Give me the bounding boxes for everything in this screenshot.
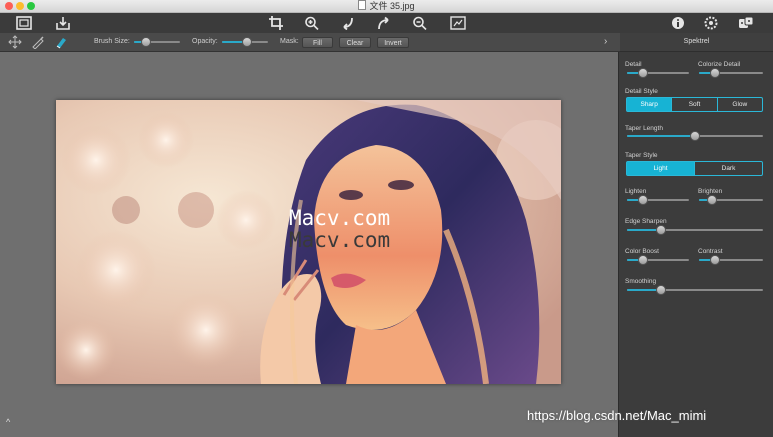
window-title: 文件 35.jpg [369, 1, 415, 11]
brush-toolbar: Brush Size: Opacity: Mask: Fill Clear In… [0, 33, 620, 52]
info-icon[interactable] [669, 15, 687, 31]
taper-style-label: Taper Style [625, 152, 658, 159]
undo-icon[interactable] [339, 15, 357, 31]
contrast-label: Contrast [698, 248, 723, 255]
eraser-tool-icon[interactable] [54, 35, 68, 49]
colorize-detail-slider[interactable] [699, 68, 763, 78]
window-titlebar: 文件 35.jpg [0, 0, 773, 13]
presets-icon[interactable] [737, 15, 755, 31]
main-toolbar [0, 13, 773, 33]
taper-style-segmented: Light Dark [626, 161, 763, 176]
zoom-out-icon[interactable] [411, 15, 429, 31]
smoothing-label: Smoothing [625, 278, 657, 285]
export-icon[interactable] [54, 15, 72, 31]
watermark-text-2: Macv.com [289, 228, 391, 252]
smoothing-slider[interactable] [627, 285, 763, 295]
watermark-text-1: Macv.com [289, 206, 391, 230]
detail-style-segmented: Sharp Soft Glow [626, 97, 763, 112]
invert-button[interactable]: Invert [377, 37, 409, 48]
brush-tool-icon[interactable] [31, 35, 45, 50]
contrast-slider[interactable] [699, 255, 763, 265]
redo-icon[interactable] [375, 15, 393, 31]
lighten-slider[interactable] [627, 195, 689, 205]
crop-icon[interactable] [267, 15, 285, 31]
edge-sharpen-label: Edge Sharpen [625, 218, 667, 225]
brighten-label: Brighten [698, 188, 723, 195]
compare-icon[interactable] [449, 15, 467, 31]
opacity-label: Opacity: [192, 38, 218, 45]
document-icon [358, 0, 367, 10]
colorize-detail-label: Colorize Detail [698, 61, 741, 68]
taper-length-slider[interactable] [627, 131, 763, 141]
detail-style-label: Detail Style [625, 88, 658, 95]
csdn-credit-watermark: https://blog.csdn.net/Mac_mimi [527, 408, 707, 423]
panel-header: Spektrel [620, 33, 773, 52]
panel-toggle-chevron-icon[interactable]: › [604, 36, 607, 47]
zoom-in-icon[interactable] [303, 15, 321, 31]
opacity-slider[interactable] [222, 37, 268, 47]
color-boost-label: Color Boost [625, 248, 659, 255]
fill-button[interactable]: Fill [302, 37, 333, 48]
taper-style-light[interactable]: Light [627, 162, 695, 175]
photo-canvas[interactable]: Macv.com Macv.com [56, 100, 561, 384]
panel-title: Spektrel [683, 38, 710, 45]
open-image-icon[interactable] [15, 15, 33, 31]
detail-style-sharp[interactable]: Sharp [627, 98, 673, 111]
lighten-label: Lighten [625, 188, 647, 195]
taper-style-dark[interactable]: Dark [695, 162, 762, 175]
expand-up-chevron-icon[interactable]: ^ [6, 417, 10, 427]
adjustments-panel: Detail Colorize Detail Detail Style Shar… [618, 52, 773, 437]
move-tool-icon[interactable] [8, 35, 22, 49]
color-boost-slider[interactable] [627, 255, 689, 265]
mask-label: Mask: [280, 38, 299, 45]
edge-sharpen-slider[interactable] [627, 225, 763, 235]
window-title-area: 文件 35.jpg [0, 0, 773, 12]
clear-button[interactable]: Clear [339, 37, 371, 48]
detail-slider[interactable] [627, 68, 689, 78]
brighten-slider[interactable] [699, 195, 763, 205]
brush-size-label: Brush Size: [94, 38, 130, 45]
detail-style-soft[interactable]: Soft [672, 98, 718, 111]
detail-style-glow[interactable]: Glow [718, 98, 762, 111]
settings-icon[interactable] [702, 15, 720, 31]
brush-size-slider[interactable] [134, 37, 180, 47]
detail-label: Detail [625, 61, 642, 68]
